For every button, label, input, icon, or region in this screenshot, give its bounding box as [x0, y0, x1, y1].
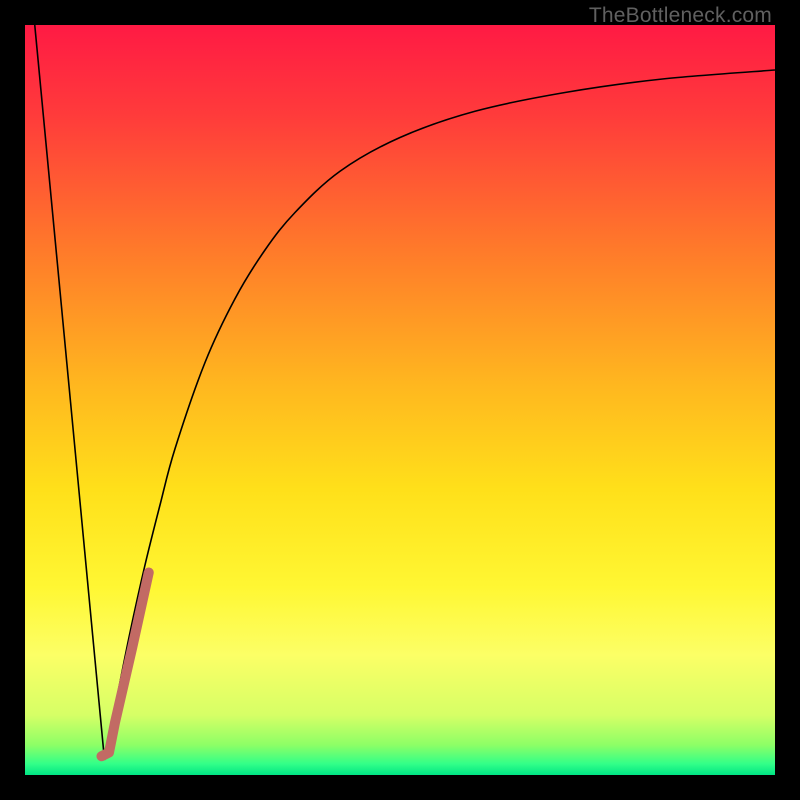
series-layer — [25, 25, 775, 775]
series-right-ascent — [105, 70, 776, 760]
series-left-descent — [35, 25, 105, 760]
chart-frame: TheBottleneck.com — [0, 0, 800, 800]
series-highlight — [102, 573, 149, 757]
plot-area — [25, 25, 775, 775]
